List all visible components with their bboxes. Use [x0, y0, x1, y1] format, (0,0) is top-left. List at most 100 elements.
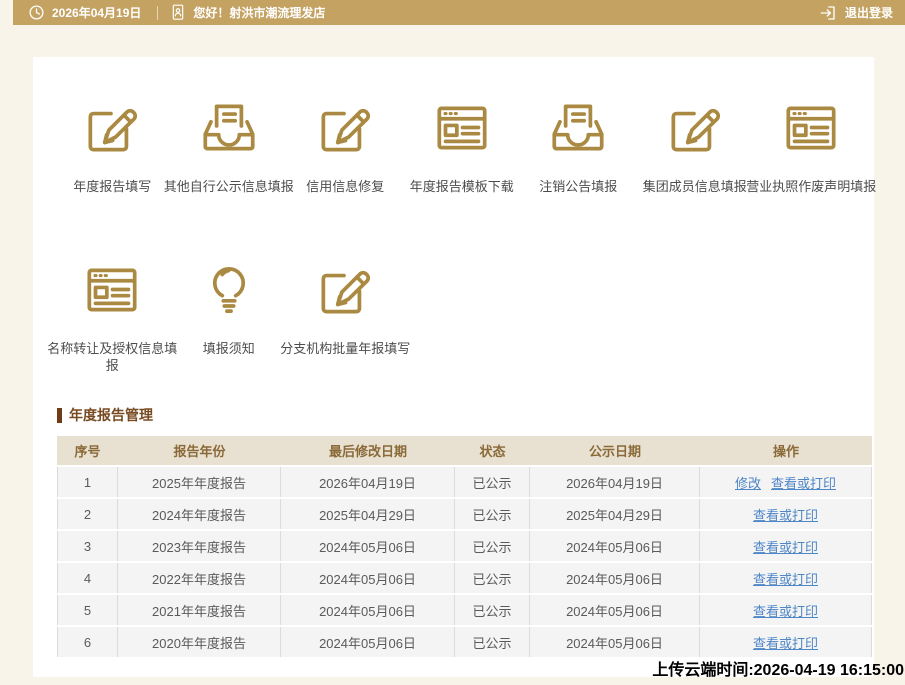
table-row: 42022年年度报告2024年05月06日已公示2024年05月06日查看或打印 — [57, 563, 872, 593]
cell-actions: 查看或打印 — [700, 595, 872, 625]
cell-status: 已公示 — [455, 531, 530, 561]
menu-item[interactable]: 分支机构批量年报填写 — [287, 257, 404, 374]
menu-item-label: 注销公告填报 — [512, 178, 645, 195]
cell-status: 已公示 — [455, 627, 530, 657]
action-link-modify[interactable]: 修改 — [735, 476, 761, 491]
table-row: 12025年年度报告2026年04月19日已公示2026年04月19日修改查看或… — [57, 467, 872, 497]
cell-modified: 2024年05月06日 — [281, 531, 455, 561]
report-table-body: 12025年年度报告2026年04月19日已公示2026年04月19日修改查看或… — [57, 467, 872, 657]
menu-item-label: 集团成员信息填报 — [628, 178, 761, 195]
menu-item[interactable]: 年度报告模板下载 — [404, 95, 521, 195]
cell-year: 2023年年度报告 — [118, 531, 281, 561]
main-panel: 年度报告填写 其他自行公示信息填报 信用信息修复 年度报告模板下载 注销公告填报… — [33, 57, 874, 677]
menu-item-label: 信用信息修复 — [279, 178, 412, 195]
edit-icon — [662, 95, 728, 161]
topbar: 2026年04月19日 您好！射洪市潮流理发店 退出登录 — [13, 0, 905, 25]
cell-year: 2025年年度报告 — [118, 467, 281, 497]
cell-modified: 2024年05月06日 — [281, 563, 455, 593]
column-header: 操作 — [700, 436, 872, 465]
topbar-greeting: 您好！射洪市潮流理发店 — [193, 4, 325, 21]
cell-no: 2 — [57, 499, 118, 529]
menu-item-label: 其他自行公示信息填报 — [162, 178, 295, 195]
cell-actions: 查看或打印 — [700, 563, 872, 593]
cell-year: 2024年年度报告 — [118, 499, 281, 529]
browser-icon — [778, 95, 844, 161]
browser-icon — [429, 95, 495, 161]
menu-item-label: 填报须知 — [162, 340, 295, 357]
cell-year: 2020年年度报告 — [118, 627, 281, 657]
cell-actions: 修改查看或打印 — [700, 467, 872, 497]
column-header: 公示日期 — [530, 436, 700, 465]
user-badge-icon — [170, 3, 186, 22]
menu-item[interactable]: 注销公告填报 — [520, 95, 637, 195]
logout-label: 退出登录 — [845, 4, 893, 21]
browser-icon — [79, 257, 145, 323]
cell-publish-date: 2024年05月06日 — [530, 595, 700, 625]
table-row: 32023年年度报告2024年05月06日已公示2024年05月06日查看或打印 — [57, 531, 872, 561]
menu-item-label: 年度报告填写 — [46, 178, 179, 195]
cell-status: 已公示 — [455, 467, 530, 497]
clock-icon — [28, 4, 45, 21]
topbar-date: 2026年04月19日 — [52, 4, 141, 21]
cell-actions: 查看或打印 — [700, 531, 872, 561]
cell-no: 5 — [57, 595, 118, 625]
menu-row-2: 名称转让及授权信息填报 填报须知 分支机构批量年报填写 — [54, 257, 874, 374]
edit-icon — [79, 95, 145, 161]
report-table-header-row: 序号报告年份最后修改日期状态公示日期操作 — [57, 436, 872, 465]
inbox-icon — [196, 95, 262, 161]
table-row: 22024年年度报告2025年04月29日已公示2025年04月29日查看或打印 — [57, 499, 872, 529]
menu-item-label: 名称转让及授权信息填报 — [46, 340, 179, 374]
cell-publish-date: 2024年05月06日 — [530, 531, 700, 561]
cell-actions: 查看或打印 — [700, 499, 872, 529]
logout-button[interactable]: 退出登录 — [819, 4, 893, 22]
cell-actions: 查看或打印 — [700, 627, 872, 657]
column-header: 报告年份 — [118, 436, 281, 465]
topbar-user-group: 您好！射洪市潮流理发店 — [170, 3, 325, 22]
cell-year: 2021年年度报告 — [118, 595, 281, 625]
annual-report-table: 序号报告年份最后修改日期状态公示日期操作 12025年年度报告2026年04月1… — [57, 434, 872, 659]
menu-item[interactable]: 集团成员信息填报 — [637, 95, 754, 195]
menu-item[interactable]: 营业执照作废声明填报 — [753, 95, 870, 195]
cell-no: 3 — [57, 531, 118, 561]
inbox-icon — [545, 95, 611, 161]
action-link-view-print[interactable]: 查看或打印 — [753, 508, 818, 523]
cell-year: 2022年年度报告 — [118, 563, 281, 593]
action-link-view-print[interactable]: 查看或打印 — [753, 636, 818, 651]
action-link-view-print[interactable]: 查看或打印 — [753, 572, 818, 587]
cell-status: 已公示 — [455, 563, 530, 593]
menu-item[interactable]: 其他自行公示信息填报 — [171, 95, 288, 195]
menu-item[interactable]: 填报须知 — [171, 257, 288, 374]
menu-item-label: 年度报告模板下载 — [395, 178, 528, 195]
menu-item[interactable]: 年度报告填写 — [54, 95, 171, 195]
cell-modified: 2025年04月29日 — [281, 499, 455, 529]
column-header: 状态 — [455, 436, 530, 465]
cell-status: 已公示 — [455, 595, 530, 625]
edit-icon — [312, 95, 378, 161]
action-link-view-print[interactable]: 查看或打印 — [753, 540, 818, 555]
menu-item-label: 营业执照作废声明填报 — [745, 178, 878, 195]
section-marker — [57, 408, 62, 423]
logout-icon — [819, 4, 837, 22]
cell-no: 4 — [57, 563, 118, 593]
cell-modified: 2026年04月19日 — [281, 467, 455, 497]
menu-item-label: 分支机构批量年报填写 — [279, 340, 412, 357]
column-header: 最后修改日期 — [281, 436, 455, 465]
section-title: 年度报告管理 — [69, 405, 153, 425]
action-link-view-print[interactable]: 查看或打印 — [771, 476, 836, 491]
menu-item[interactable]: 信用信息修复 — [287, 95, 404, 195]
upload-time-text: 上传云端时间:2026-04-19 16:15:00 — [652, 656, 904, 680]
cell-modified: 2024年05月06日 — [281, 595, 455, 625]
bulb-icon — [196, 257, 262, 323]
cell-modified: 2024年05月06日 — [281, 627, 455, 657]
topbar-date-group: 2026年04月19日 — [28, 4, 141, 21]
cell-publish-date: 2024年05月06日 — [530, 627, 700, 657]
table-row: 52021年年度报告2024年05月06日已公示2024年05月06日查看或打印 — [57, 595, 872, 625]
menu-item[interactable]: 名称转让及授权信息填报 — [54, 257, 171, 374]
cell-publish-date: 2025年04月29日 — [530, 499, 700, 529]
cell-no: 6 — [57, 627, 118, 657]
report-section-header: 年度报告管理 — [57, 405, 874, 425]
edit-icon — [312, 257, 378, 323]
action-link-view-print[interactable]: 查看或打印 — [753, 604, 818, 619]
cell-publish-date: 2024年05月06日 — [530, 563, 700, 593]
cell-publish-date: 2026年04月19日 — [530, 467, 700, 497]
